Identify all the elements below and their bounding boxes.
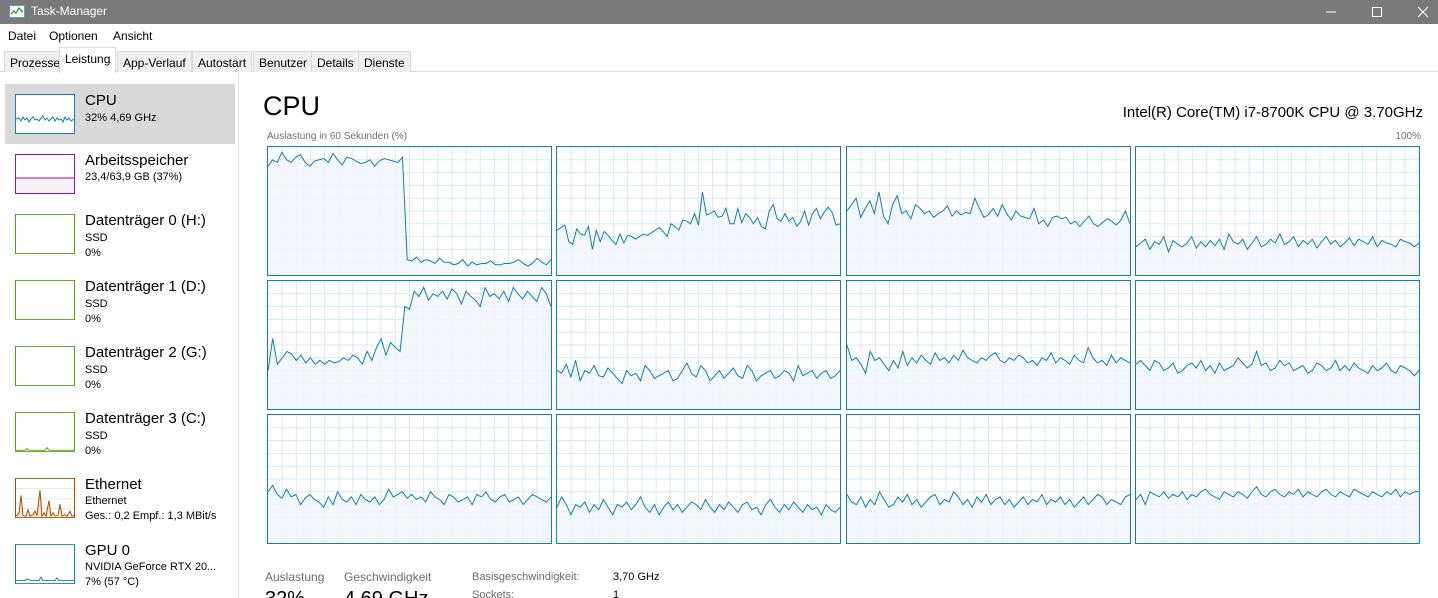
tab-leistung[interactable]: Leistung [59,47,117,73]
sidebar-disk-3-title: Datenträger 3 (C:) [85,410,206,427]
sidebar-item-disk-2[interactable]: Datenträger 2 (G:) SSD 0% [5,336,235,396]
core-graph-8 [267,414,552,544]
task-manager-app-icon [9,5,25,18]
menu-bar: Datei Optionen Ansicht [0,24,1438,46]
core-graph-5 [556,280,841,410]
sockets-label: Sockets: [472,589,515,598]
minimize-icon [1326,11,1336,13]
core-graph-10 [846,414,1131,544]
sidebar-disk-1-usage: 0% [85,313,101,325]
core-graph-1 [556,146,841,276]
sidebar-disk-1-title: Datenträger 1 (D:) [85,278,206,295]
memory-thumbnail-graph [15,154,75,194]
disk-0-thumbnail-graph [15,214,75,254]
gpu-0-thumbnail-graph [15,544,75,584]
cpu-model-name: Intel(R) Core(TM) i7-8700K CPU @ 3.70GHz [1122,104,1423,121]
title-bar: Task-Manager [0,0,1438,24]
auslastung-value: 32% [265,588,305,598]
core-graph-11 [1135,414,1420,544]
geschwindigkeit-label: Geschwindigkeit [344,570,432,584]
core-graph-1-plot [557,147,840,275]
utilization-axis-max: 100% [1395,131,1421,142]
resource-sidebar: CPU 32% 4,69 GHz Arbeitsspeicher 23,4/63… [0,72,239,598]
core-graph-3-plot [1136,147,1419,275]
minimize-button[interactable] [1308,0,1354,24]
sidebar-cpu-sub: 32% 4,69 GHz [85,112,157,124]
sidebar-disk-1-type: SSD [85,298,108,310]
sidebar-disk-3-type: SSD [85,430,108,442]
disk-2-thumbnail-graph [15,346,75,386]
sidebar-disk-2-type: SSD [85,364,108,376]
sidebar-gpu-0-usage: 7% (57 °C) [85,576,139,588]
sidebar-ethernet-throughput: Ges.: 0,2 Empf.: 1,3 MBit/s [85,510,217,522]
core-graph-0 [267,146,552,276]
sidebar-memory-sub: 23,4/63,9 GB (37%) [85,171,183,183]
core-graph-6 [846,280,1131,410]
core-graph-7-plot [1136,281,1419,409]
sidebar-item-disk-1[interactable]: Datenträger 1 (D:) SSD 0% [5,270,235,330]
core-graph-0-plot [268,147,551,275]
core-graph-3 [1135,146,1420,276]
sidebar-disk-0-title: Datenträger 0 (H:) [85,212,206,229]
sidebar-item-cpu[interactable]: CPU 32% 4,69 GHz [5,84,235,144]
tab-benutzer[interactable]: Benutzer [253,51,314,72]
basisgeschwindigkeit-label: Basisgeschwindigkeit: [472,571,580,583]
disk-1-thumbnail-graph [15,280,75,320]
core-graph-11-plot [1136,415,1419,543]
core-graph-4-plot [268,281,551,409]
sidebar-disk-2-title: Datenträger 2 (G:) [85,344,207,361]
sidebar-cpu-title: CPU [85,92,117,109]
tab-autostart[interactable]: Autostart [192,51,253,72]
geschwindigkeit-value: 4,69 GHz [344,588,428,598]
sidebar-item-arbeitsspeicher[interactable]: Arbeitsspeicher 23,4/63,9 GB (37%) [5,144,235,204]
sidebar-gpu-0-model: NVIDIA GeForce RTX 20... [85,561,217,573]
tab-app-verlauf[interactable]: App-Verlauf [117,51,192,72]
core-graph-7 [1135,280,1420,410]
core-graph-4 [267,280,552,410]
sidebar-ethernet-adapter: Ethernet [85,495,127,507]
sidebar-item-disk-3[interactable]: Datenträger 3 (C:) SSD 0% [5,402,235,462]
core-graph-6-plot [847,281,1130,409]
auslastung-label: Auslastung [265,570,325,584]
sidebar-item-gpu-0[interactable]: GPU 0 NVIDIA GeForce RTX 20... 7% (57 °C… [5,534,235,594]
close-icon [1418,7,1428,17]
core-graph-8-plot [268,415,551,543]
core-graph-9-plot [557,415,840,543]
tab-details[interactable]: Details [311,51,360,72]
menu-datei[interactable]: Datei [8,29,36,43]
tab-dienste[interactable]: Dienste [358,51,411,72]
maximize-icon [1372,7,1382,17]
sockets-value: 1 [613,589,620,598]
sidebar-gpu-0-title: GPU 0 [85,542,131,559]
core-graph-5-plot [557,281,840,409]
sidebar-item-disk-0[interactable]: Datenträger 0 (H:) SSD 0% [5,204,235,264]
cpu-thumbnail-graph [15,94,75,134]
sidebar-disk-2-usage: 0% [85,379,101,391]
window-title: Task-Manager [31,4,108,18]
tab-prozesse[interactable]: Prozesse [4,51,67,72]
close-button[interactable] [1400,0,1438,24]
disk-3-thumbnail-graph [15,412,75,452]
menu-optionen[interactable]: Optionen [49,29,98,43]
sidebar-disk-3-usage: 0% [85,445,101,457]
sidebar-ethernet-title: Ethernet [85,476,142,493]
maximize-button[interactable] [1354,0,1400,24]
ethernet-thumbnail-graph [15,478,75,518]
tab-bar: Prozesse Leistung App-Verlauf Autostart … [0,46,1438,73]
sidebar-disk-0-usage: 0% [85,247,101,259]
sidebar-memory-title: Arbeitsspeicher [85,152,189,169]
utilization-axis-label: Auslastung in 60 Sekunden (%) [267,131,408,142]
menu-ansicht[interactable]: Ansicht [113,29,152,43]
sidebar-disk-0-type: SSD [85,232,108,244]
basisgeschwindigkeit-value: 3,70 GHz [613,571,660,583]
sidebar-item-ethernet[interactable]: Ethernet Ethernet Ges.: 0,2 Empf.: 1,3 M… [5,468,235,528]
page-title: CPU [263,91,321,121]
core-graph-2 [846,146,1131,276]
core-graph-10-plot [847,415,1130,543]
core-graph-2-plot [847,147,1130,275]
core-graph-9 [556,414,841,544]
